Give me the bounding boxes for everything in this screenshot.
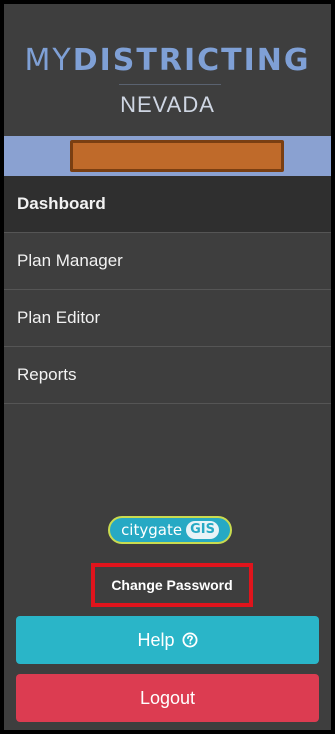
sidebar-item-label: Plan Manager: [17, 251, 123, 270]
sidebar-item-label: Dashboard: [17, 194, 106, 213]
logout-button-label: Logout: [139, 687, 196, 708]
sidebar-item-plan-manager[interactable]: Plan Manager: [4, 233, 331, 290]
brand-divider: [119, 84, 221, 85]
vendor-logo-badge: GIS: [186, 521, 219, 539]
user-name-redacted: [70, 140, 284, 172]
brand-logo-text: MYDISTRICTING: [4, 44, 331, 78]
brand-header: MYDISTRICTING NEVADA: [4, 4, 331, 140]
help-button-label: Help: [137, 629, 175, 650]
sidebar-nav: Dashboard Plan Manager Plan Editor Repor…: [4, 176, 331, 404]
change-password-link[interactable]: Change Password: [95, 567, 249, 603]
brand-prefix: MY: [24, 43, 73, 78]
sidebar-item-label: Reports: [17, 365, 77, 384]
logout-button[interactable]: Logout: [16, 674, 319, 722]
sidebar-item-plan-editor[interactable]: Plan Editor: [4, 290, 331, 347]
question-circle-icon: [182, 632, 198, 648]
sidebar-item-dashboard[interactable]: Dashboard: [4, 176, 331, 233]
help-button[interactable]: Help: [16, 616, 319, 664]
brand-region: NEVADA: [120, 92, 215, 117]
sidebar-item-label: Plan Editor: [17, 308, 101, 327]
citygate-gis-logo: citygate GIS: [108, 516, 232, 544]
sidebar-panel: MYDISTRICTING NEVADA Dashboard Plan Mana…: [0, 0, 335, 734]
vendor-logo-text: citygate: [121, 521, 183, 539]
brand-name: DISTRICTING: [72, 43, 311, 78]
sidebar-item-reports[interactable]: Reports: [4, 347, 331, 404]
